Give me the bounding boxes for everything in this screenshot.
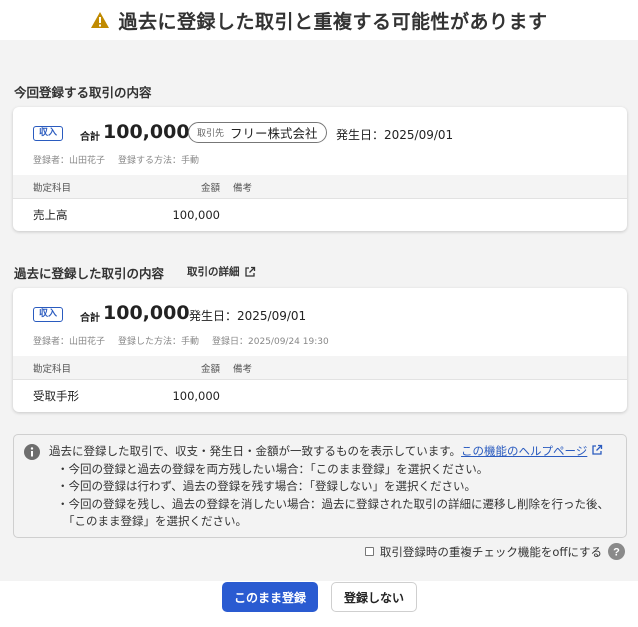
issue-date: 発生日：2025/09/01 [189,309,307,323]
total-label: 合計 [80,313,100,324]
dup-check-label[interactable]: 取引登録時の重複チェック機能をoffにする [380,544,602,560]
dialog-body: 今回登録する取引の内容 収入 合計 100,000 取引先 フリー株式会社 発生… [0,40,638,581]
header-account: 勘定科目 [33,363,72,375]
external-link-icon [244,266,255,277]
register-anyway-button[interactable]: このまま登録 [222,582,318,612]
registrant: 登録者：山田花子 [33,156,106,166]
past-transaction-card: 収入 合計 100,000 発生日：2025/09/01 登録者：山田花子 登録… [13,288,627,412]
table-header: 勘定科目 金額 備考 [13,356,627,380]
notice-intro: 過去に登録した取引で、収支・発生日・金額が一致するものを表示しています。 [49,444,462,458]
detail-link-label: 取引の詳細 [187,266,240,278]
total-amount: 100,000 [103,121,190,143]
do-not-register-button[interactable]: 登録しない [331,582,417,612]
dialog-title: 過去に登録した取引と重複する可能性があります [118,10,548,33]
dup-check-checkbox[interactable] [364,547,374,556]
header-note: 備考 [233,182,253,194]
current-transaction-card: 収入 合計 100,000 取引先 フリー株式会社 発生日：2025/09/01… [13,107,627,231]
partner-name: フリー株式会社 [230,126,318,141]
card-meta: 登録者：山田花子 登録する方法：手動 [33,153,199,166]
issue-date: 発生日：2025/09/01 [336,128,454,142]
notice-bullet-1: ・今回の登録と過去の登録を両方残したい場合：「このまま登録」を選択ください。 [57,461,489,476]
income-badge: 収入 [33,126,64,141]
info-notice: 過去に登録した取引で、収支・発生日・金額が一致するものを表示しています。この機能… [13,434,627,538]
notice-bullet-3-cont: 「このまま登録」を選択ください。 [63,514,247,528]
header-note: 備考 [233,363,253,375]
transaction-detail-link[interactable]: 取引の詳細 [187,264,256,279]
notice-bullet-3: ・今回の登録を残し、過去の登録を消したい場合：過去に登録された取引の詳細に遷移し… [57,496,609,511]
total-label: 合計 [80,132,100,143]
table-row: 受取手形 100,000 [13,380,627,412]
past-section-title: 過去に登録した取引の内容 [14,266,165,281]
dialog-header: 過去に登録した取引と重複する可能性があります [0,0,638,40]
row-amount: 100,000 [172,208,220,222]
partner-pill: 取引先 フリー株式会社 [188,122,327,143]
notice-bullet-2: ・今回の登録は行わず、過去の登録を残す場合：「登録しない」を選択ください。 [57,479,476,493]
registration-method: 登録した方法：手動 [118,337,200,347]
card-meta: 登録者：山田花子 登録した方法：手動 登録日：2025/09/24 19:30 [33,334,329,347]
help-question-icon[interactable]: ? [608,543,625,560]
svg-text:?: ? [613,547,620,559]
total-amount: 100,000 [103,302,190,324]
row-amount: 100,000 [172,389,220,403]
row-account: 受取手形 [33,389,79,403]
registration-method: 登録する方法：手動 [118,156,200,166]
partner-tag: 取引先 [197,129,225,139]
dialog-footer: このまま登録 登録しない [0,581,638,627]
header-amount: 金額 [200,182,220,194]
income-badge: 収入 [33,307,64,322]
info-icon [24,444,40,460]
dup-check-option: 取引登録時の重複チェック機能をoffにする ? [364,543,625,560]
row-account: 売上高 [33,208,68,222]
table-row: 売上高 100,000 [13,199,627,231]
registered-at: 登録日：2025/09/24 19:30 [212,337,329,347]
external-link-icon[interactable] [591,444,603,456]
table-header: 勘定科目 金額 備考 [13,175,627,199]
warning-triangle-icon [91,12,110,28]
help-page-link[interactable]: この機能のヘルプページ [461,444,587,458]
header-account: 勘定科目 [33,182,72,194]
current-section-title: 今回登録する取引の内容 [14,85,152,100]
registrant: 登録者：山田花子 [33,337,106,347]
header-amount: 金額 [200,363,220,375]
